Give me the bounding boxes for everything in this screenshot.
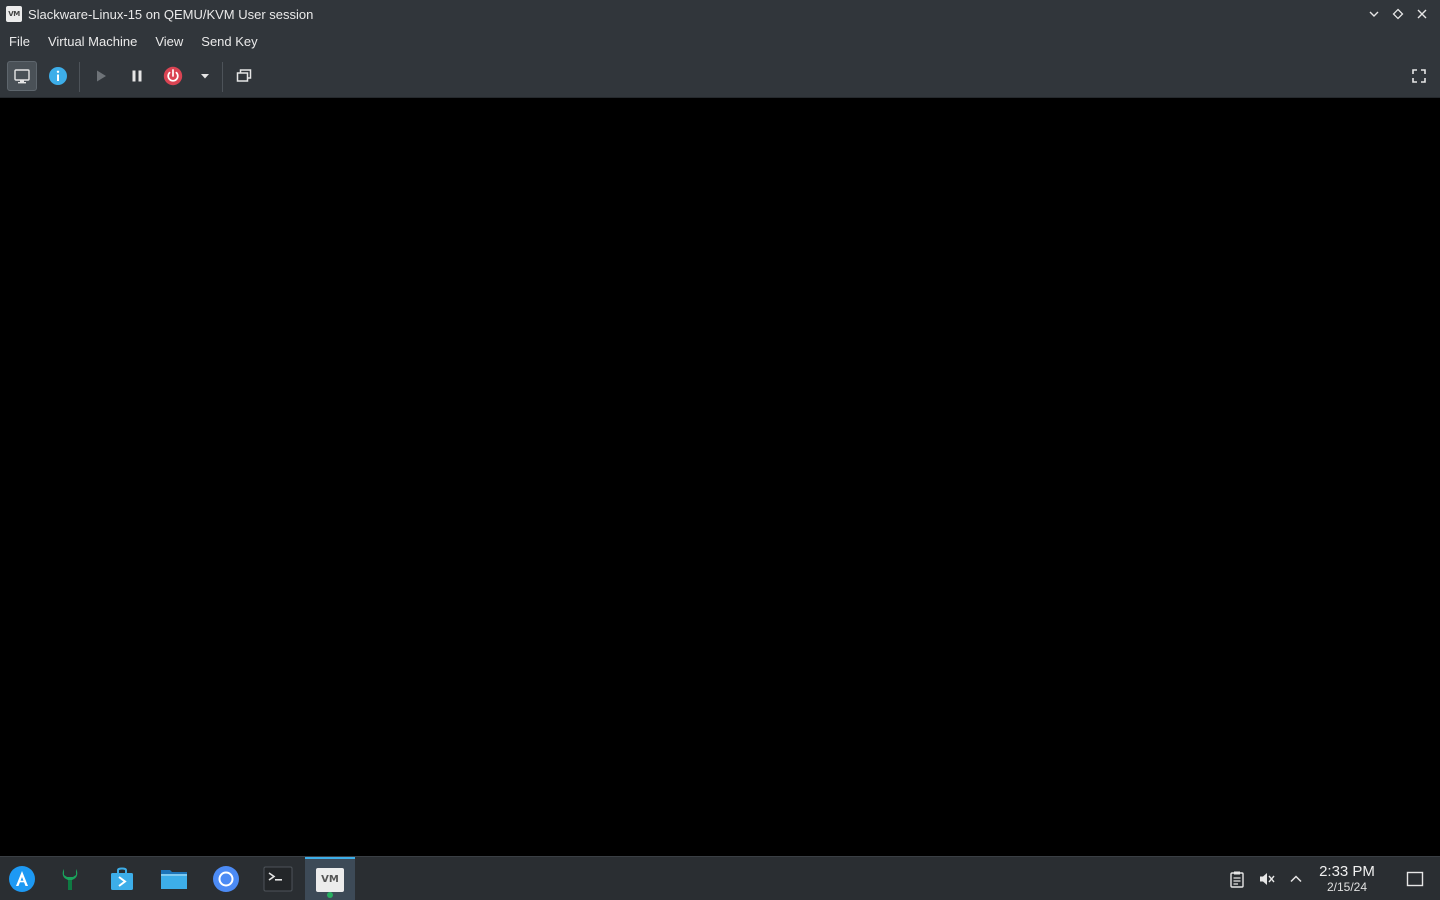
shutdown-button[interactable] xyxy=(158,61,188,91)
close-button[interactable] xyxy=(1410,4,1434,24)
clock-date: 2/15/24 xyxy=(1326,880,1368,894)
menu-send-key[interactable]: Send Key xyxy=(192,28,266,56)
tray-clipboard[interactable] xyxy=(1226,857,1248,900)
app-launcher-icon xyxy=(9,865,35,892)
dropdown-icon xyxy=(201,74,209,79)
pause-icon xyxy=(132,70,142,82)
taskbar: VM 2:33 PM 2/15/24 xyxy=(0,856,1440,900)
title-bar[interactable]: VM Slackware-Linux-15 on QEMU/KVM User s… xyxy=(0,0,1440,28)
console-icon xyxy=(14,69,30,84)
run-button[interactable] xyxy=(86,61,116,91)
file-manager-icon xyxy=(161,869,187,889)
toolbar-separator xyxy=(222,62,223,92)
terminal-icon xyxy=(263,866,293,891)
taskbar-virt-manager[interactable]: VM xyxy=(305,857,355,900)
show-desktop-icon xyxy=(1406,871,1424,886)
taskbar-chromium[interactable] xyxy=(204,857,248,900)
clipboard-icon xyxy=(1230,871,1244,888)
toolbar xyxy=(0,56,1440,98)
clock-time: 2:33 PM xyxy=(1319,863,1375,880)
menu-file[interactable]: File xyxy=(0,28,39,56)
window-controls xyxy=(1362,4,1434,24)
window-title: Slackware-Linux-15 on QEMU/KVM User sess… xyxy=(28,6,314,22)
snapshots-button[interactable] xyxy=(229,61,259,91)
running-indicator-icon xyxy=(327,891,333,898)
virt-manager-icon-text: VM xyxy=(321,874,339,885)
vm-console-display[interactable] xyxy=(0,98,1440,856)
menu-bar: File Virtual Machine View Send Key xyxy=(0,28,1440,56)
fullscreen-icon xyxy=(1412,69,1426,83)
run-icon xyxy=(97,70,106,82)
discover-icon xyxy=(111,867,133,890)
power-icon xyxy=(163,66,183,86)
tray-volume[interactable] xyxy=(1256,857,1278,900)
minimize-button[interactable] xyxy=(1362,4,1386,24)
tray-expand[interactable] xyxy=(1285,857,1307,900)
minimize-icon xyxy=(1369,11,1379,17)
maximize-icon xyxy=(1392,8,1404,20)
show-desktop-button[interactable] xyxy=(1402,857,1428,900)
taskbar-discover[interactable] xyxy=(100,857,144,900)
taskbar-file-manager[interactable] xyxy=(152,857,196,900)
application-launcher[interactable] xyxy=(0,857,44,900)
volume-muted-icon xyxy=(1260,872,1275,885)
taskbar-terminal[interactable] xyxy=(256,857,300,900)
menu-virtual-machine[interactable]: Virtual Machine xyxy=(39,28,146,56)
fullscreen-button[interactable] xyxy=(1404,61,1434,91)
shutdown-dropdown-button[interactable] xyxy=(190,61,220,91)
vm-window: VM Slackware-Linux-15 on QEMU/KVM User s… xyxy=(0,0,1440,856)
digital-clock[interactable]: 2:33 PM 2/15/24 xyxy=(1312,863,1382,895)
virt-manager-icon: VM xyxy=(316,867,344,898)
close-icon xyxy=(1417,9,1427,19)
details-button[interactable] xyxy=(43,61,73,91)
maximize-button[interactable] xyxy=(1386,4,1410,24)
system-settings-icon xyxy=(62,868,78,890)
console-button[interactable] xyxy=(7,61,37,91)
chevron-up-icon xyxy=(1290,874,1302,882)
info-icon xyxy=(49,67,67,85)
toolbar-separator xyxy=(79,62,80,92)
menu-view[interactable]: View xyxy=(146,28,192,56)
pause-button[interactable] xyxy=(122,61,152,91)
virt-manager-app-icon: VM xyxy=(6,6,22,22)
taskbar-system-settings[interactable] xyxy=(48,857,92,900)
chromium-icon xyxy=(213,865,239,892)
snapshots-icon xyxy=(236,69,252,82)
